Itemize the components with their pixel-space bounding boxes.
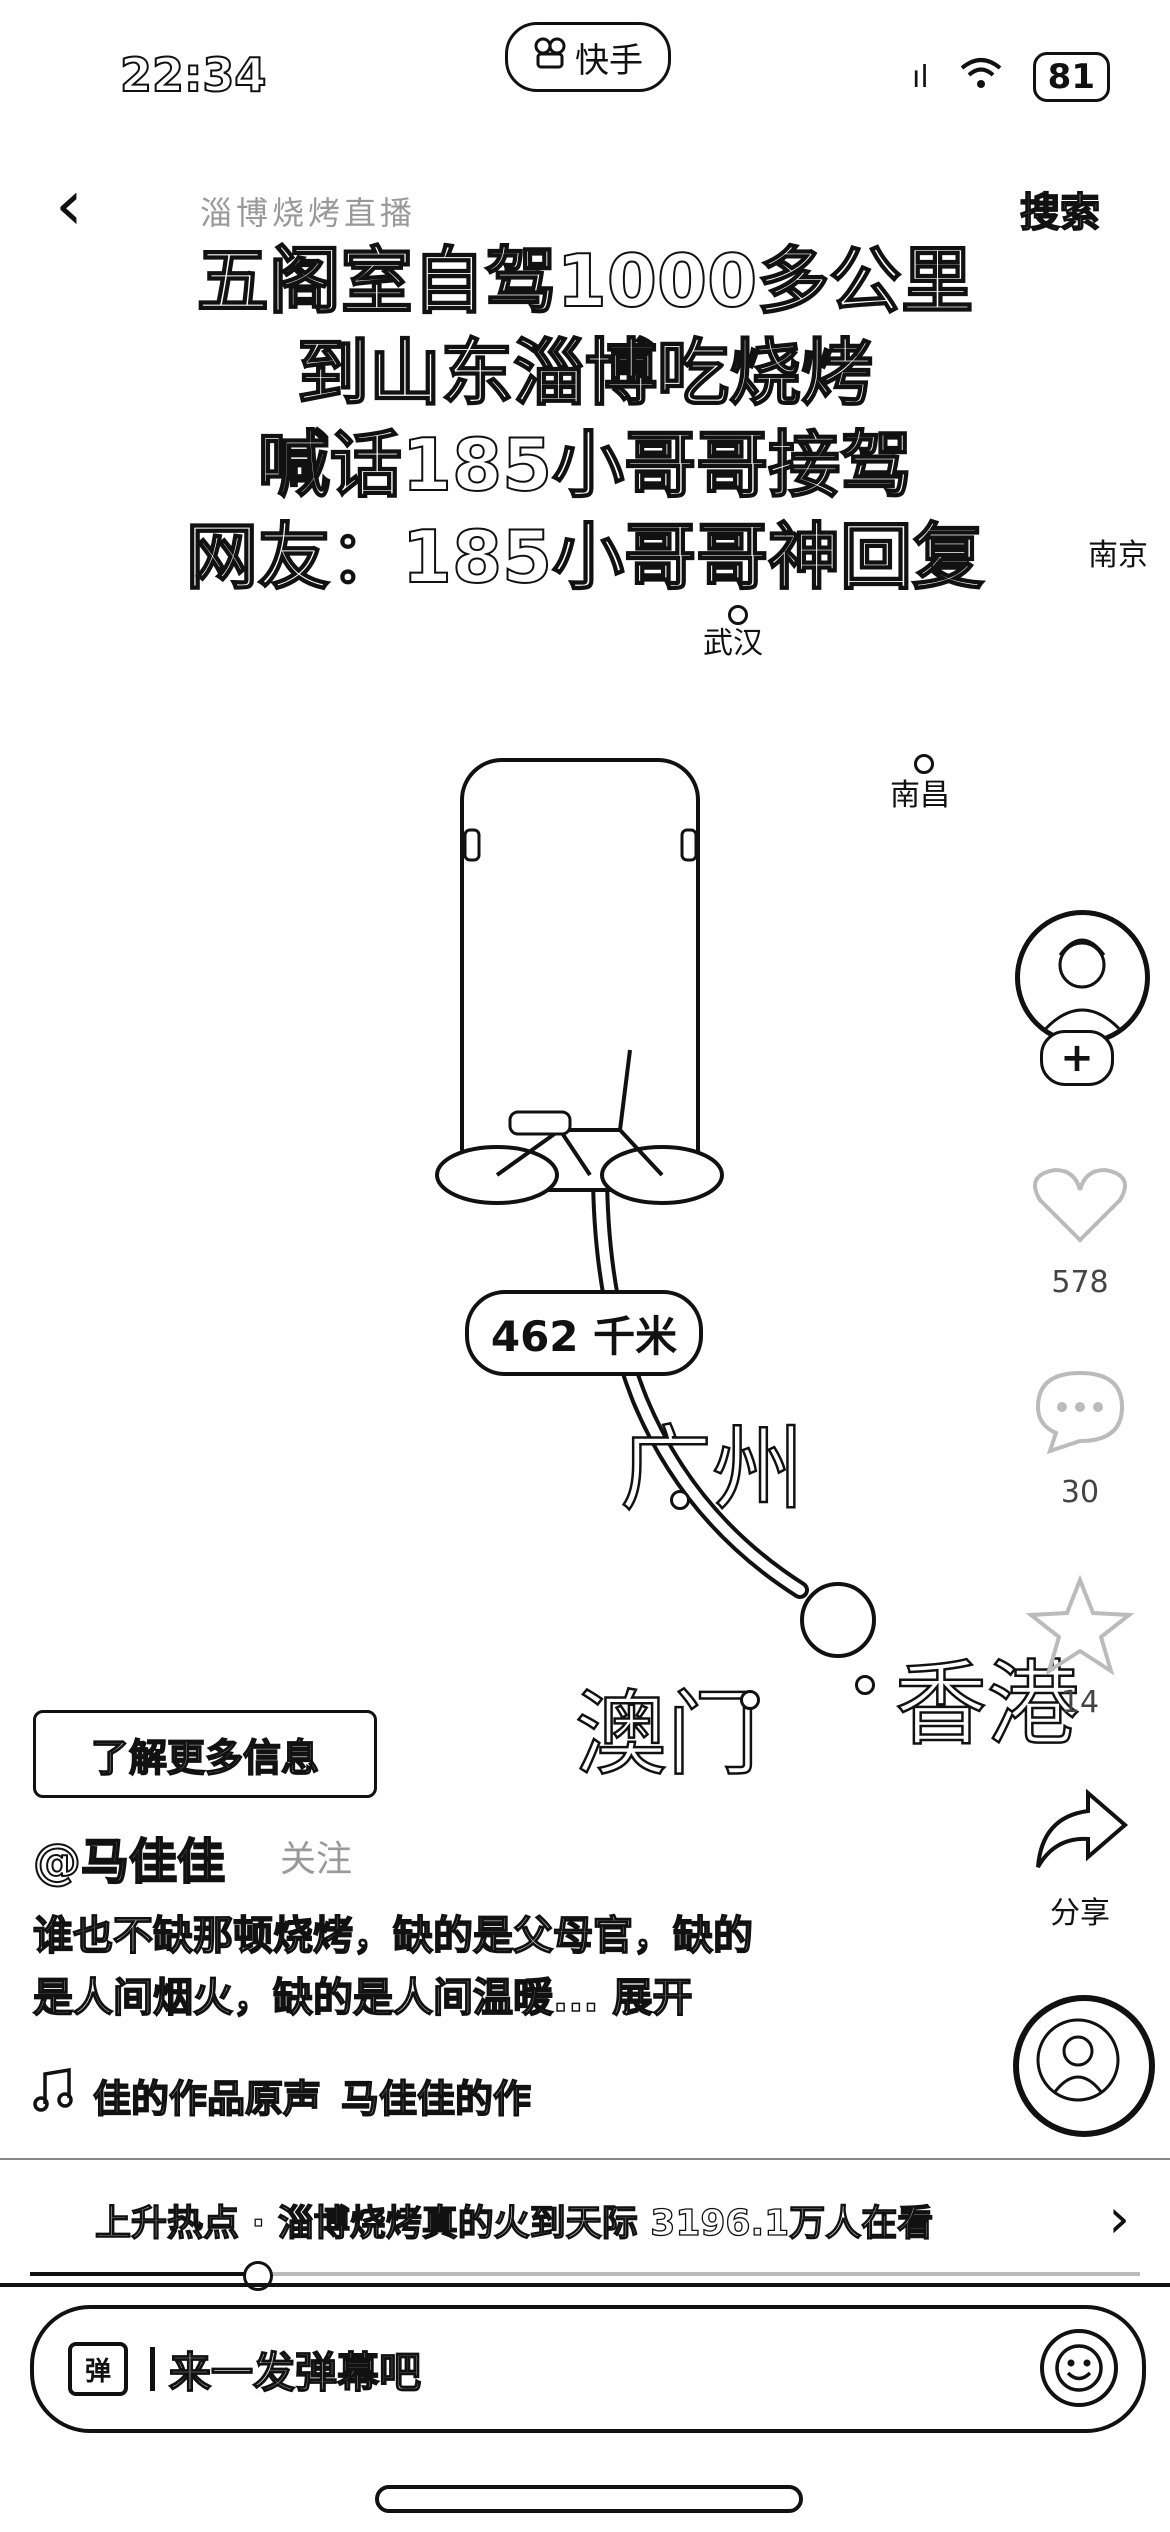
music-author: 马佳佳的作 (340, 2076, 532, 2122)
author-name[interactable]: @马佳佳 (32, 1822, 226, 1892)
music-disc-icon (1036, 2018, 1120, 2102)
text-caret (150, 2347, 155, 2391)
city-label-guangzhou: 广州 (619, 1415, 806, 1525)
danmu-input-bar[interactable]: 弹 来一发弹幕吧 (30, 2305, 1146, 2433)
trending-bar[interactable]: 上升热点 · 淄博烧烤真的火到天际 3196.1万人在看 › (0, 2165, 1170, 2275)
share-button[interactable] (1030, 1785, 1130, 1879)
city-label-macau: 澳门 (574, 1680, 761, 1790)
city-dot (728, 605, 748, 625)
like-button[interactable] (1030, 1165, 1130, 1249)
music-title: 佳的作品原声 (92, 2076, 322, 2122)
learn-more-button[interactable]: 了解更多信息 (33, 1710, 377, 1798)
comment-button[interactable] (1030, 1365, 1130, 1459)
danmu-input[interactable]: 来一发弹幕吧 (168, 2339, 422, 2400)
city-dot (740, 1690, 760, 1710)
favorite-button[interactable] (1025, 1574, 1135, 1679)
city-label-wuhan: 武汉 (703, 626, 763, 661)
share-arrow-icon (1036, 1788, 1129, 1869)
divider (0, 2283, 1170, 2287)
city-dot (914, 754, 934, 774)
trending-text: 上升热点 · 淄博烧烤真的火到天际 3196.1万人在看 (94, 2202, 934, 2244)
video-progress[interactable] (30, 2272, 1140, 2276)
follow-button[interactable]: + (1040, 1030, 1114, 1086)
star-icon (1025, 1574, 1135, 1676)
heart-icon (1033, 1167, 1127, 1243)
description-line: 谁也不缺那顿烧烤，缺的是父母官，缺的 (32, 1912, 754, 1960)
city-dot (855, 1675, 875, 1695)
avatar-portrait-icon (1038, 938, 1127, 1036)
home-indicator[interactable] (375, 2485, 803, 2513)
like-count: 578 (1051, 1265, 1109, 1300)
chevron-right-icon: › (1108, 2187, 1130, 2250)
map-route-graphic (435, 758, 876, 1658)
music-note-icon (33, 2067, 73, 2123)
emoji-icon[interactable] (1040, 2329, 1118, 2407)
city-label-nanjing: 南京 (1088, 538, 1148, 573)
progress-fill (30, 2272, 252, 2276)
comment-bubble-icon (1035, 1370, 1125, 1455)
author-tag[interactable]: 关注 (280, 1830, 352, 1882)
share-label: 分享 (1050, 1896, 1110, 1931)
hot-bar-divider (0, 2158, 1170, 2160)
danmu-toggle-icon[interactable]: 弹 (68, 2342, 128, 2396)
distance-pill: 462 千米 (465, 1290, 703, 1376)
post-description[interactable]: 谁也不缺那顿烧烤，缺的是父母官，缺的 是人间烟火，缺的是人间温暖... 展开 (32, 1905, 903, 2029)
comment-count: 30 (1060, 1475, 1100, 1510)
favorite-count: 14 (1060, 1685, 1100, 1720)
description-line: 是人间烟火，缺的是人间温暖... 展开 (32, 1974, 693, 2022)
city-label-nanchang: 南昌 (890, 778, 950, 813)
city-dot (670, 1490, 690, 1510)
author-avatar[interactable] (1015, 910, 1150, 1045)
music-disc[interactable] (1013, 1995, 1155, 2137)
music-info[interactable]: 佳的作品原声 马佳佳的作 (33, 2067, 532, 2123)
